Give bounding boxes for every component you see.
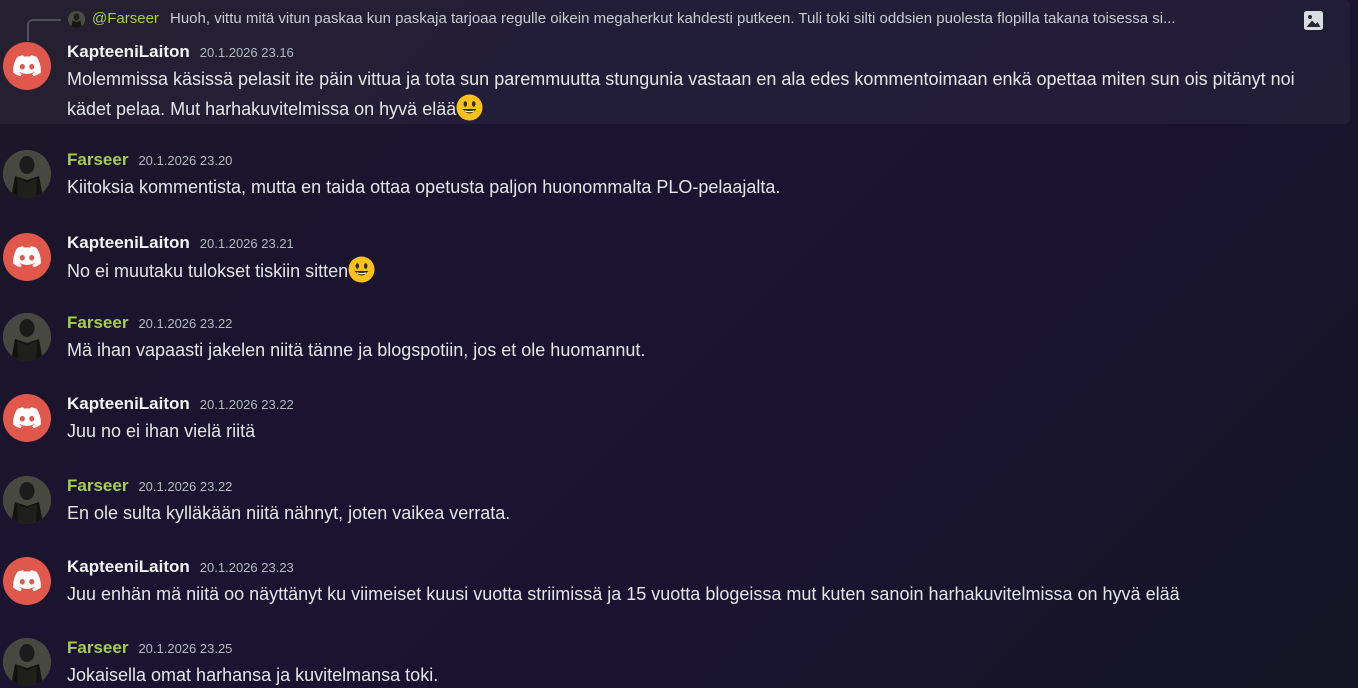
message-content: En ole sulta kylläkään niitä nähnyt, jot…	[67, 499, 1317, 528]
message-item: KapteeniLaiton 20.1.2026 23.23 Juu enhän…	[0, 557, 1350, 617]
message-content: Molemmissa käsissä pelasit ite päin vitt…	[67, 65, 1317, 124]
username[interactable]: Farseer	[67, 313, 128, 333]
message-text: No ei muutaku tulokset tiskiin sitten	[67, 261, 349, 281]
avatar[interactable]	[3, 150, 51, 198]
farseer-avatar-icon	[3, 638, 51, 686]
smiley-emoji[interactable]	[456, 94, 483, 121]
message-item: Farseer 20.1.2026 23.22 En ole sulta kyl…	[0, 476, 1350, 536]
message-item: Farseer 20.1.2026 23.20 Kiitoksia kommen…	[0, 150, 1350, 210]
avatar[interactable]	[3, 638, 51, 686]
username[interactable]: Farseer	[67, 638, 128, 658]
timestamp[interactable]: 20.1.2026 23.23	[200, 560, 294, 575]
timestamp[interactable]: 20.1.2026 23.22	[138, 316, 232, 331]
username[interactable]: KapteeniLaiton	[67, 557, 190, 577]
avatar[interactable]	[3, 42, 51, 90]
discord-logo-icon	[13, 246, 41, 268]
timestamp[interactable]: 20.1.2026 23.22	[138, 479, 232, 494]
discord-logo-icon	[13, 55, 41, 77]
message-text: Juu enhän mä niitä oo näyttänyt ku viime…	[67, 584, 1180, 604]
message-list: @Farseer Huoh, vittu mitä vitun paskaa k…	[0, 0, 1358, 688]
message-content: Mä ihan vapaasti jakelen niitä tänne ja …	[67, 336, 1317, 365]
message-text: Jokaisella omat harhansa ja kuvitelmansa…	[67, 665, 439, 685]
farseer-avatar-icon	[3, 476, 51, 524]
username[interactable]: KapteeniLaiton	[67, 42, 190, 62]
message-text: Kiitoksia kommentista, mutta en taida ot…	[67, 177, 781, 197]
reply-spine	[27, 19, 61, 41]
message-text: Molemmissa käsissä pelasit ite päin vitt…	[67, 69, 1295, 119]
timestamp[interactable]: 20.1.2026 23.20	[138, 153, 232, 168]
reply-mention[interactable]: @Farseer	[92, 10, 159, 27]
avatar[interactable]	[3, 557, 51, 605]
avatar[interactable]	[3, 233, 51, 281]
message-item: Farseer 20.1.2026 23.25 Jokaisella omat …	[0, 638, 1350, 688]
message-text: En ole sulta kylläkään niitä nähnyt, jot…	[67, 503, 511, 523]
message-content: Juu no ei ihan vielä riitä	[67, 417, 1317, 446]
message-content: Jokaisella omat harhansa ja kuvitelmansa…	[67, 661, 1317, 688]
reply-avatar[interactable]	[68, 11, 85, 28]
message-content: Kiitoksia kommentista, mutta en taida ot…	[67, 173, 1317, 202]
message-content: No ei muutaku tulokset tiskiin sitten	[67, 256, 1317, 286]
message-text: Juu no ei ihan vielä riitä	[67, 421, 256, 441]
message-item: Farseer 20.1.2026 23.22 Mä ihan vapaasti…	[0, 313, 1350, 373]
timestamp[interactable]: 20.1.2026 23.21	[200, 236, 294, 251]
username[interactable]: KapteeniLaiton	[67, 233, 190, 253]
discord-logo-icon	[13, 407, 41, 429]
image-icon	[1303, 10, 1324, 31]
timestamp[interactable]: 20.1.2026 23.16	[200, 45, 294, 60]
username[interactable]: Farseer	[67, 476, 128, 496]
username[interactable]: KapteeniLaiton	[67, 394, 190, 414]
avatar[interactable]	[3, 313, 51, 361]
reply-preview-text[interactable]: Huoh, vittu mitä vitun paskaa kun paskaj…	[170, 10, 1292, 27]
message-content: Juu enhän mä niitä oo näyttänyt ku viime…	[67, 580, 1317, 609]
message-item: KapteeniLaiton 20.1.2026 23.21 No ei muu…	[0, 233, 1350, 293]
avatar[interactable]	[3, 476, 51, 524]
farseer-avatar-icon	[3, 313, 51, 361]
username[interactable]: Farseer	[67, 150, 128, 170]
timestamp[interactable]: 20.1.2026 23.22	[200, 397, 294, 412]
smiley-emoji[interactable]	[348, 256, 375, 283]
timestamp[interactable]: 20.1.2026 23.25	[138, 641, 232, 656]
farseer-avatar-icon	[3, 150, 51, 198]
message-text: Mä ihan vapaasti jakelen niitä tänne ja …	[67, 340, 646, 360]
discord-logo-icon	[13, 570, 41, 592]
message-item: @Farseer Huoh, vittu mitä vitun paskaa k…	[0, 0, 1350, 124]
message-item: KapteeniLaiton 20.1.2026 23.22 Juu no ei…	[0, 394, 1350, 454]
avatar[interactable]	[3, 394, 51, 442]
